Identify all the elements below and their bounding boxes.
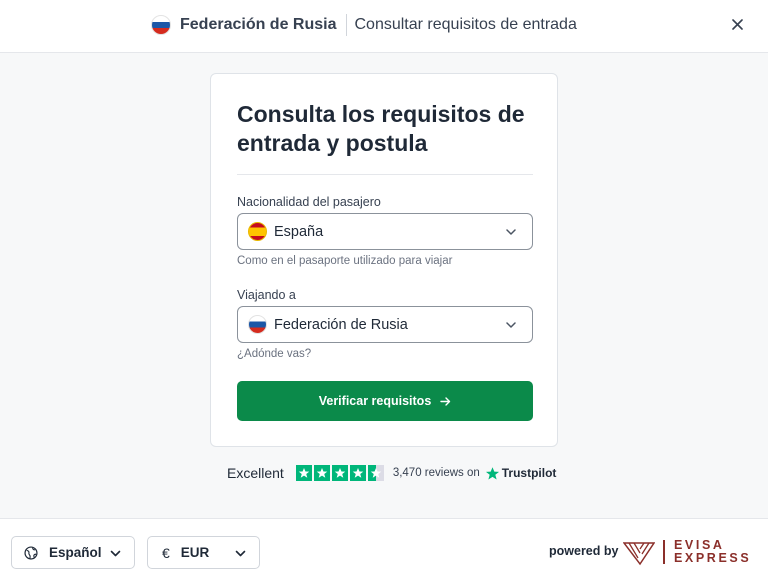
brand-divider — [663, 540, 665, 564]
language-select[interactable]: Español — [11, 536, 135, 569]
destination-select[interactable]: Federación de Rusia — [237, 306, 533, 343]
star-icon — [295, 465, 312, 481]
close-button[interactable] — [727, 14, 747, 34]
trustpilot-rating-text: Excellent — [227, 465, 284, 481]
card-divider — [237, 174, 533, 175]
evisa-express-wordmark: EVISA EXPRESS — [674, 539, 751, 565]
verify-button-label: Verificar requisitos — [318, 394, 432, 408]
star-icon — [313, 465, 330, 481]
currency-value: EUR — [180, 545, 210, 560]
euro-icon: € — [162, 544, 170, 561]
trustpilot-brand: Trustpilot — [485, 466, 557, 481]
verify-requirements-button[interactable]: Verificar requisitos — [237, 381, 533, 421]
evisa-express-logo[interactable] — [623, 540, 655, 566]
header-subtitle: Consultar requisitos de entrada — [354, 16, 577, 33]
trustpilot-widget[interactable]: Excellent 3,470 reviews on Trustpilot — [227, 463, 556, 483]
trustpilot-stars — [295, 465, 384, 481]
currency-select[interactable]: € EUR — [147, 536, 260, 569]
nationality-value: España — [274, 223, 324, 240]
globe-icon — [24, 545, 38, 560]
language-value: Español — [49, 545, 102, 560]
top-bar: Federación de Rusia Consultar requisitos… — [0, 0, 768, 53]
trustpilot-brand-label: Trustpilot — [501, 466, 557, 480]
chevron-down-icon — [235, 550, 246, 557]
card-title: Consulta los requisitos de entrada y pos… — [237, 101, 525, 156]
spain-flag-icon — [248, 222, 267, 241]
close-icon — [731, 18, 743, 30]
chevron-down-icon — [110, 550, 121, 557]
chevron-down-icon — [506, 229, 516, 235]
star-icon — [331, 465, 348, 481]
brand-line-2: EXPRESS — [674, 551, 752, 565]
nationality-select[interactable]: España — [237, 213, 533, 250]
footer: Español € EUR powered by EVISA EXPRESS — [0, 518, 768, 588]
chevron-down-icon — [506, 322, 516, 328]
trustpilot-star-icon — [485, 466, 499, 479]
destination-label: Viajando a — [237, 288, 296, 302]
destination-helper: ¿Adónde vas? — [237, 348, 312, 360]
russia-flag-icon — [248, 315, 267, 334]
russia-flag-icon — [151, 15, 171, 35]
trustpilot-reviews: 3,470 reviews on — [392, 467, 480, 479]
nationality-helper: Como en el pasaporte utilizado para viaj… — [237, 255, 453, 267]
header-country: Federación de Rusia — [180, 16, 337, 33]
requirements-card: Consulta los requisitos de entrada y pos… — [210, 73, 558, 447]
destination-value: Federación de Rusia — [274, 316, 408, 333]
star-icon — [349, 465, 366, 481]
header-title-group: Federación de Rusia Consultar requisitos… — [151, 14, 577, 36]
nationality-label: Nacionalidad del pasajero — [237, 195, 381, 209]
header-divider — [345, 14, 347, 36]
powered-by-text: powered by — [549, 544, 619, 558]
half-star-icon — [367, 465, 384, 481]
arrow-right-icon — [440, 396, 451, 406]
